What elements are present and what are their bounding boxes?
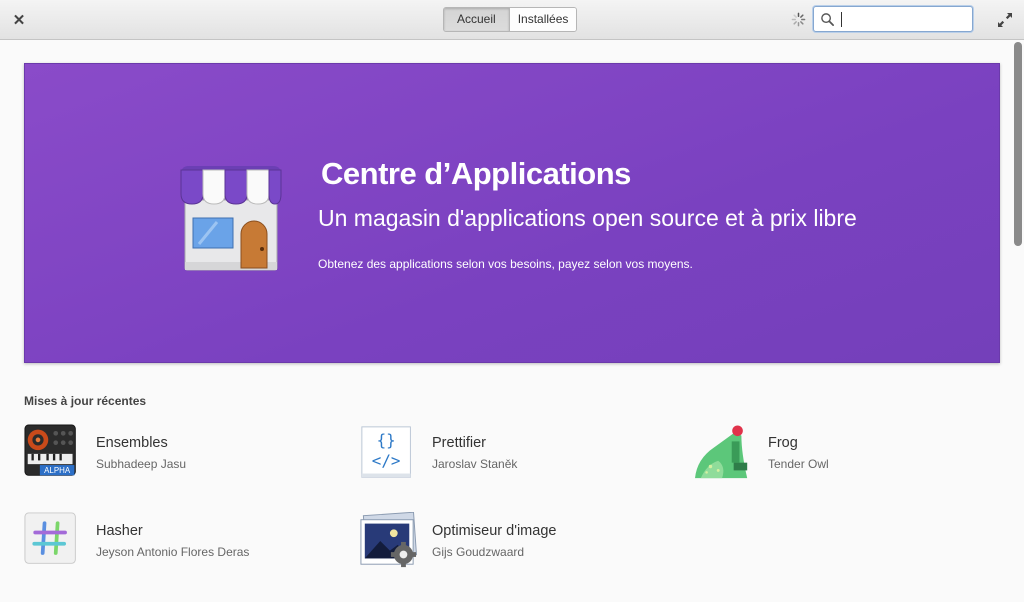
app-author: Tender Owl [768,457,829,471]
frog-icon [695,425,748,479]
search-input[interactable] [840,10,968,28]
search-field[interactable] [813,6,973,32]
app-card-prettifier[interactable]: {} </> Prettifier Jaroslav Staněk [360,424,680,488]
section-title-recent-updates: Mises à jour récentes [24,394,147,408]
loading-spinner-icon [791,12,806,27]
svg-text:{}: {} [377,431,396,450]
banner-title: Centre d’Applications [321,156,631,191]
app-name: Ensembles [96,435,168,451]
hash-icon [24,512,76,564]
app-name: Optimiseur d'image [432,523,557,539]
app-card-hasher[interactable]: Hasher Jeyson Antonio Flores Deras [24,512,344,576]
app-card-frog[interactable]: Frog Tender Owl [692,424,1012,488]
scrollbar[interactable] [1012,40,1024,602]
header-bar: ✕ Accueil Installées [0,0,1024,40]
tab-installed[interactable]: Installées [509,8,577,31]
code-icon: {} </> [361,426,411,478]
image-gear-icon [360,512,418,568]
svg-text:</>: </> [372,451,401,470]
app-author: Subhadeep Jasu [96,457,187,471]
app-card-ensembles[interactable]: ALPHA Ensembles Subhadeep Jasu [24,424,344,488]
tab-home[interactable]: Accueil [444,8,510,31]
app-author: Jeyson Antonio Flores Deras [96,545,250,559]
banner-subtitle: Un magasin d'applications open source et… [318,205,857,231]
app-author: Jaroslav Staněk [432,457,518,471]
speaker-icon: ALPHA [24,424,76,476]
banner-description: Obtenez des applications selon vos besoi… [318,257,693,271]
close-icon: ✕ [12,12,26,29]
view-switcher: Accueil Installées [443,7,578,32]
app-name: Hasher [96,523,143,539]
app-author: Gijs Goudzwaard [432,545,525,559]
scrollbar-thumb[interactable] [1014,42,1022,246]
maximize-icon[interactable] [996,11,1014,29]
app-card-image-optimizer[interactable]: Optimiseur d'image Gijs Goudzwaard [356,512,676,576]
store-icon [180,166,282,271]
close-button[interactable]: ✕ [8,9,30,31]
search-icon [821,13,834,26]
featured-banner[interactable]: Centre d’Applications Un magasin d'appli… [24,63,1000,363]
alpha-badge: ALPHA [44,466,71,475]
app-name: Frog [768,435,798,451]
app-name: Prettifier [432,435,486,451]
text-caret [841,12,842,27]
